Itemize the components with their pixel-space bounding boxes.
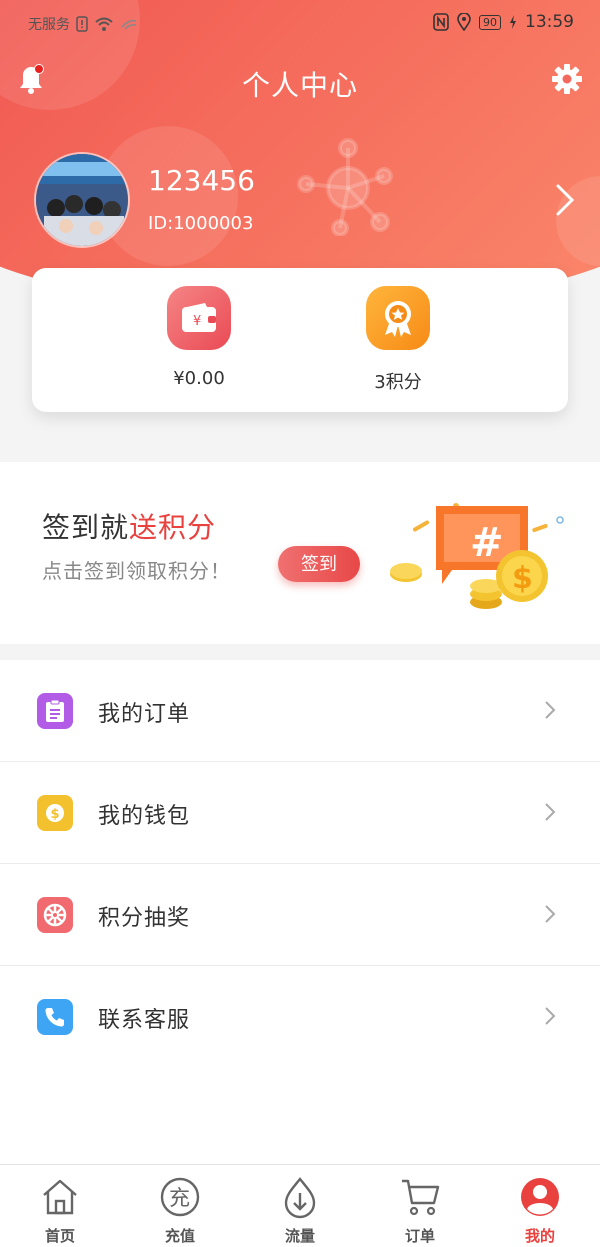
tab-label: 流量	[284, 1227, 315, 1245]
bottom-tab-bar: 首页 充 充值 流量 订单 我的	[0, 1164, 600, 1247]
svg-text:$: $	[51, 807, 60, 822]
svg-text:#: #	[470, 520, 504, 566]
menu-item-orders[interactable]: 我的订单	[0, 660, 600, 762]
balance-card: ¥ ¥0.00 3积分	[32, 268, 568, 412]
svg-text:¥: ¥	[193, 314, 201, 329]
chevron-right-icon	[545, 701, 556, 719]
sign-in-title-prefix: 签到就	[42, 511, 130, 544]
network-decor-icon	[297, 138, 393, 236]
svg-text:充: 充	[169, 1186, 190, 1210]
sign-in-illustration: # $	[390, 503, 564, 609]
tab-label: 我的	[524, 1227, 555, 1245]
sign-in-subtitle: 点击签到领取积分！	[42, 559, 231, 583]
avatar-image	[36, 154, 128, 246]
chevron-right-icon[interactable]	[554, 182, 576, 218]
tab-traffic[interactable]: 流量	[240, 1165, 360, 1247]
lottery-wheel-icon	[37, 897, 73, 933]
menu-label: 积分抽奖	[98, 906, 191, 931]
wallet-balance[interactable]: ¥ ¥0.00	[139, 286, 259, 389]
nfc-icon	[433, 13, 449, 31]
menu-label: 我的订单	[98, 702, 191, 727]
sign-in-panel: 签到就送积分 点击签到领取积分！ 签到 # $	[0, 462, 600, 644]
user-id: ID:1000003	[148, 213, 254, 234]
phone-icon	[37, 999, 73, 1035]
carrier-text: 无服务	[28, 17, 70, 33]
points-balance[interactable]: 3积分	[338, 286, 458, 394]
page-title: 个人中心	[241, 69, 358, 102]
wallet-icon: ¥	[167, 286, 231, 350]
home-icon	[43, 1179, 77, 1215]
points-value: 3积分	[374, 372, 422, 393]
tab-mine[interactable]: 我的	[480, 1165, 600, 1247]
tab-label: 充值	[164, 1227, 195, 1245]
settings-gear-icon[interactable]	[550, 62, 584, 96]
wallet-value: ¥0.00	[173, 368, 225, 389]
svg-text:$: $	[512, 561, 533, 596]
chevron-right-icon	[545, 1007, 556, 1025]
menu-item-lottery[interactable]: 积分抽奖	[0, 864, 600, 966]
menu-label: 我的钱包	[98, 804, 191, 829]
avatar[interactable]	[34, 152, 130, 248]
menu-list: 我的订单 $ 我的钱包 积分抽奖 联系客服	[0, 660, 600, 1068]
menu-item-wallet[interactable]: $ 我的钱包	[0, 762, 600, 864]
tab-label: 订单	[404, 1227, 435, 1245]
location-icon	[457, 13, 471, 31]
menu-item-support[interactable]: 联系客服	[0, 966, 600, 1068]
chevron-right-icon	[545, 803, 556, 821]
status-bar: 无服务 90 13:59	[0, 0, 600, 46]
wifi-icon	[95, 17, 113, 31]
clock: 13:59	[525, 12, 574, 32]
sign-in-title-highlight: 送积分	[129, 511, 217, 544]
clipboard-icon	[37, 693, 73, 729]
sign-in-button[interactable]: 签到	[278, 546, 360, 582]
content-background	[0, 1068, 600, 1164]
tab-home[interactable]: 首页	[0, 1165, 120, 1247]
sim-alert-icon	[76, 16, 88, 32]
user-icon	[521, 1178, 559, 1216]
tab-label: 首页	[44, 1227, 75, 1245]
battery-indicator: 90	[479, 14, 501, 30]
menu-label: 联系客服	[98, 1008, 191, 1033]
cart-icon	[402, 1179, 440, 1216]
medal-icon	[366, 286, 430, 350]
chevron-right-icon	[545, 905, 556, 923]
traffic-icon	[284, 1177, 316, 1219]
username: 123456	[148, 164, 255, 197]
tab-orders[interactable]: 订单	[360, 1165, 480, 1247]
recharge-icon: 充	[160, 1177, 200, 1217]
charging-icon	[510, 15, 516, 29]
tab-recharge[interactable]: 充 充值	[120, 1165, 240, 1247]
coin-icon: $	[37, 795, 73, 831]
sign-in-title: 签到就送积分	[42, 506, 216, 546]
signal-icon	[121, 19, 137, 30]
